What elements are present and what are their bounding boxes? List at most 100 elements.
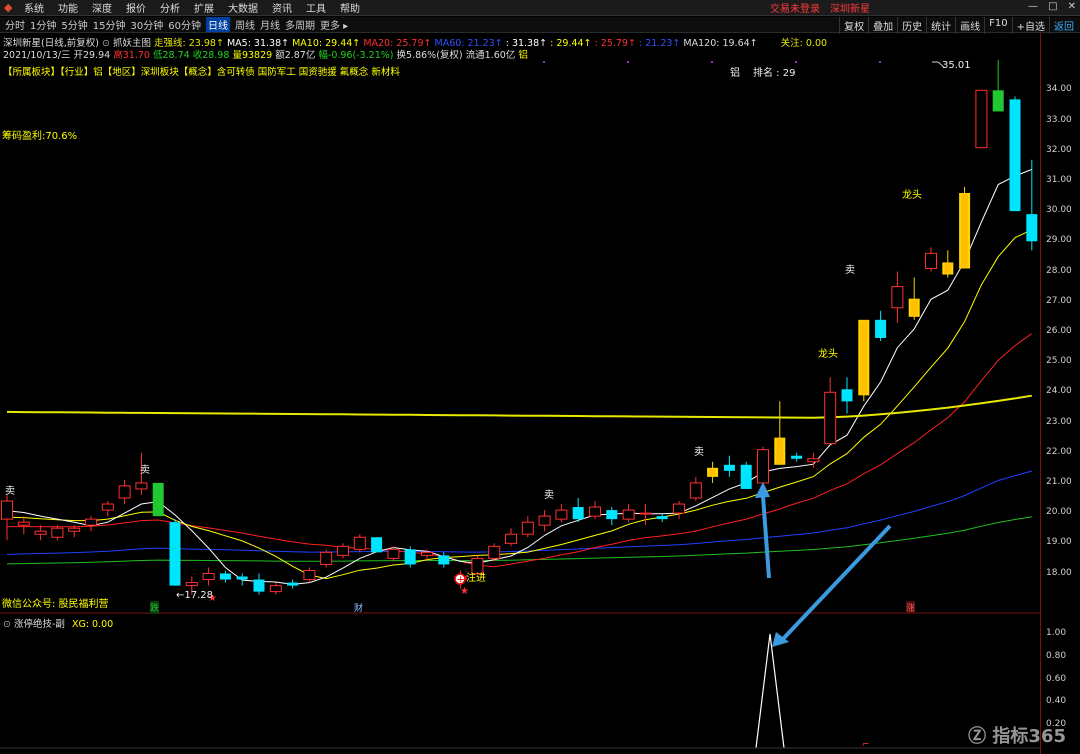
kline-chart[interactable]: +★★ ⌐ (0, 0, 1040, 754)
sub-xg-value: XG: 0.00 (71, 619, 114, 630)
arrow-head-icon (755, 482, 770, 498)
price-tick-label: 24.00 (1046, 386, 1072, 397)
up-candle (17, 521, 30, 526)
sub-tick-label: 0.80 (1046, 650, 1067, 661)
up-candle (320, 551, 333, 565)
down-candle (287, 582, 299, 586)
up-candle (538, 515, 551, 526)
up-candle (824, 391, 837, 445)
sub-tick-label: 0.40 (1046, 696, 1067, 707)
dragon-mark-2: 龙头 (902, 190, 922, 201)
fall-tag: 跌 (150, 601, 160, 614)
down-candle (740, 464, 752, 489)
down-candle (572, 507, 584, 520)
up-candle (807, 458, 820, 463)
down-candle (219, 573, 231, 580)
up-candle (118, 485, 131, 499)
top-dot (711, 61, 713, 63)
up-candle (891, 286, 904, 309)
price-tick-label: 18.00 (1046, 567, 1072, 578)
finance-tag: 财 (354, 604, 364, 614)
price-tick-label: 20.00 (1046, 507, 1072, 518)
up-candle (505, 533, 517, 544)
sell-mark-2: 卖 (140, 465, 150, 476)
back-button[interactable]: 返回 (1049, 17, 1078, 34)
down-candle (606, 510, 618, 520)
down-candle (404, 549, 416, 565)
up-candle (521, 521, 534, 535)
limit-up-inner (944, 263, 952, 274)
watermark: Ⓩ 指标365 (968, 722, 1066, 748)
sub-tick-label: 1.00 (1046, 628, 1067, 638)
limit-up-inner (776, 438, 784, 464)
up-candle (34, 530, 47, 535)
sub-chart-title[interactable]: 涨停绝技-副 (14, 619, 65, 630)
sub-chart-header: ⊙ 涨停绝技-副 XG: 0.00 (3, 616, 113, 630)
maximize-icon[interactable]: □ (1048, 1, 1057, 12)
up-candle (303, 569, 316, 581)
price-tick-label: 32.00 (1046, 144, 1072, 155)
subchart-signal-line (755, 633, 785, 749)
down-candle (1009, 99, 1021, 212)
up-candle (202, 573, 215, 581)
ma5-line (6, 168, 1032, 585)
low-price-label: ←17.28 (176, 590, 214, 601)
up-candle (589, 506, 601, 517)
top-dot (543, 61, 545, 63)
price-tick-label: 34.00 (1046, 84, 1072, 95)
dragon-mark-1: 龙头 (818, 349, 838, 360)
price-tick-label: 23.00 (1046, 416, 1072, 427)
sub-tick-label: 0.60 (1046, 673, 1067, 684)
sub-toggle-icon[interactable]: ⊙ (3, 619, 11, 630)
price-tick-label: 22.00 (1046, 446, 1072, 457)
watermark-text: 指标365 (992, 726, 1066, 747)
down-candle (236, 576, 248, 580)
subchart-mark: ⌐ (862, 740, 870, 750)
top-dot (627, 61, 629, 63)
arrow-shaft (780, 524, 892, 642)
up-candle (975, 89, 988, 149)
up-candle (353, 536, 366, 550)
star-icon: ★ (460, 586, 469, 597)
up-candle (101, 503, 114, 511)
sell-mark-3: 卖 (544, 490, 554, 501)
price-tick-label: 29.00 (1046, 235, 1072, 246)
down-candle (656, 516, 668, 520)
down-candle (371, 537, 383, 553)
signal-candle (152, 482, 164, 517)
up-candle (135, 482, 148, 490)
up-candle (269, 585, 282, 593)
sell-mark-5: 卖 (845, 265, 855, 276)
close-icon[interactable]: ✕ (1068, 1, 1076, 12)
up-candle (85, 518, 97, 526)
up-candle (757, 449, 769, 484)
up-candle (925, 252, 937, 269)
up-candle (337, 545, 349, 556)
price-tick-label: 33.00 (1046, 114, 1072, 125)
signal-candle (992, 90, 1004, 112)
sell-mark-1: 卖 (5, 486, 15, 497)
price-tick-label: 19.00 (1046, 537, 1072, 548)
up-candle (68, 527, 81, 532)
up-candle (555, 509, 568, 520)
trend-line (6, 394, 1032, 419)
up-candle (421, 551, 433, 556)
limit-up-inner (910, 299, 918, 316)
ma10-line (6, 229, 1033, 580)
down-candle (438, 555, 450, 565)
limit-up-inner (709, 468, 717, 476)
up-candle (673, 503, 685, 514)
down-candle (791, 455, 803, 459)
down-candle (1026, 214, 1038, 242)
up-candle (51, 527, 64, 538)
up-candle (387, 548, 400, 559)
price-tick-label: 28.00 (1046, 265, 1072, 276)
sell-mark-4: 卖 (694, 447, 704, 458)
price-tick-label: 31.00 (1046, 174, 1072, 185)
up-candle (185, 582, 198, 587)
up-candle (622, 509, 635, 520)
price-tick-label: 27.00 (1046, 295, 1072, 306)
up-candle (689, 482, 702, 499)
down-candle (169, 522, 181, 586)
down-candle (875, 319, 887, 338)
